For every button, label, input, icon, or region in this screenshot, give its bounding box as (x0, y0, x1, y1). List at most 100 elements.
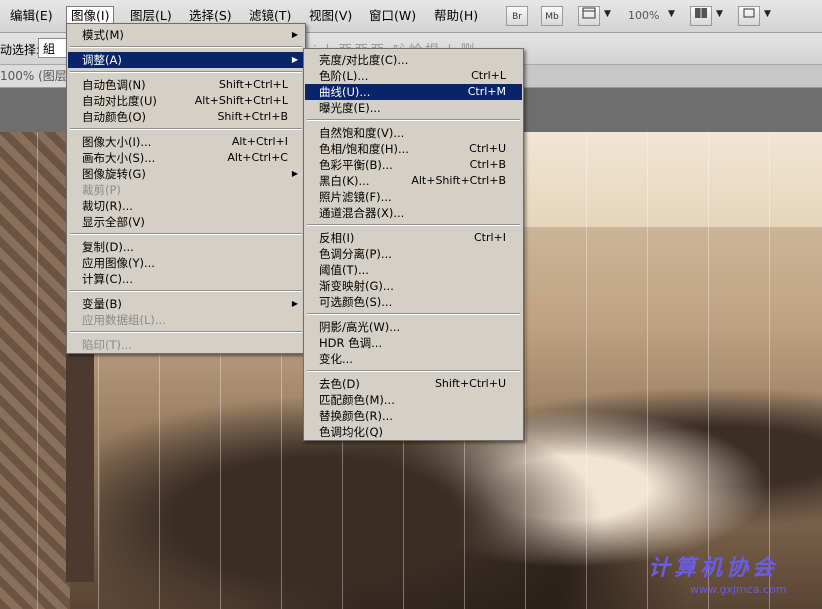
menu-item-shortcut: Ctrl+B (469, 158, 506, 171)
menu-item-calculations[interactable]: 计算(C)... (68, 271, 304, 287)
menu-item-invert[interactable]: 反相(I) Ctrl+I (305, 230, 522, 246)
menu-item-shortcut: Shift+Ctrl+U (434, 377, 506, 390)
separator (70, 233, 302, 235)
menu-item-desaturate[interactable]: 去色(D) Shift+Ctrl+U (305, 376, 522, 392)
menu-item-threshold[interactable]: 阈值(T)... (305, 262, 522, 278)
menu-item-replace-color[interactable]: 替换颜色(R)... (305, 408, 522, 424)
document-tab[interactable]: 100% (图层 (0, 65, 73, 87)
submenu-arrow-icon: ▶ (291, 299, 298, 308)
menu-item-trim[interactable]: 裁切(R)... (68, 198, 304, 214)
menu-item-auto-tone[interactable]: 自动色调(N) Shift+Ctrl+L (68, 77, 304, 93)
menu-help[interactable]: 帮助(H) (430, 7, 482, 25)
menu-item-label: 可选颜色(S)... (319, 295, 393, 309)
arrange-documents-button[interactable] (690, 6, 712, 26)
zoom-level[interactable]: 100% (628, 9, 659, 22)
auto-select-dropdown[interactable]: 組 (38, 38, 68, 58)
separator (307, 224, 520, 226)
menu-item-auto-color[interactable]: 自动颜色(O) Shift+Ctrl+B (68, 109, 304, 125)
menu-item-black-white[interactable]: 黑白(K)... Alt+Shift+Ctrl+B (305, 173, 522, 189)
menu-item-posterize[interactable]: 色调分离(P)... (305, 246, 522, 262)
menu-view[interactable]: 视图(V) (305, 7, 356, 25)
menu-item-label: 自动色调(N) (82, 78, 146, 92)
menu-item-adjustments[interactable]: 调整(A) ▶ (68, 52, 304, 68)
menu-edit[interactable]: 编辑(E) (6, 7, 57, 25)
screen-mode-button[interactable] (738, 6, 760, 26)
menu-item-label: 去色(D) (319, 377, 360, 391)
menu-item-shortcut: Shift+Ctrl+L (218, 78, 288, 91)
submenu-arrow-icon: ▶ (291, 30, 298, 39)
menu-item-apply-data-set: 应用数据组(L)... (68, 312, 304, 328)
menu-item-image-size[interactable]: 图像大小(I)... Alt+Ctrl+I (68, 134, 304, 150)
menu-item-photo-filter[interactable]: 照片滤镜(F)... (305, 189, 522, 205)
menu-item-reveal-all[interactable]: 显示全部(V) (68, 214, 304, 230)
menu-item-match-color[interactable]: 匹配颜色(M)... (305, 392, 522, 408)
menu-item-label: 应用数据组(L)... (82, 313, 166, 327)
menu-item-image-rotation[interactable]: 图像旋转(G) ▶ (68, 166, 304, 182)
separator (70, 290, 302, 292)
menu-item-label: 复制(D)... (82, 240, 134, 254)
menu-item-brightness-contrast[interactable]: 亮度/对比度(C)... (305, 52, 522, 68)
menu-item-shortcut: Alt+Ctrl+C (227, 151, 288, 164)
adjustments-submenu: 亮度/对比度(C)... 色阶(L)... Ctrl+L 曲线(U)... Ct… (303, 48, 524, 441)
view-extras-button[interactable] (578, 6, 600, 26)
menu-item-label: 阈值(T)... (319, 263, 369, 277)
menu-item-label: 通道混合器(X)... (319, 206, 405, 220)
separator (307, 370, 520, 372)
menu-item-label: 画布大小(S)... (82, 151, 156, 165)
separator (307, 119, 520, 121)
menu-window[interactable]: 窗口(W) (365, 7, 420, 25)
menu-item-label: 图像旋转(G) (82, 167, 146, 181)
menu-item-hdr-toning[interactable]: HDR 色调... (305, 335, 522, 351)
menu-item-mode[interactable]: 模式(M) ▶ (68, 27, 304, 43)
menu-item-label: 图像大小(I)... (82, 135, 152, 149)
submenu-arrow-icon: ▶ (291, 55, 298, 64)
menu-item-equalize[interactable]: 色调均化(Q) (305, 424, 522, 440)
menu-item-label: 色调均化(Q) (319, 425, 384, 439)
menu-item-label: 照片滤镜(F)... (319, 190, 392, 204)
menu-item-crop: 裁剪(P) (68, 182, 304, 198)
menu-item-gradient-map[interactable]: 渐变映射(G)... (305, 278, 522, 294)
menu-item-shortcut: Alt+Shift+Ctrl+L (194, 94, 288, 107)
bridge-button[interactable]: Br (506, 6, 528, 26)
menu-item-levels[interactable]: 色阶(L)... Ctrl+L (305, 68, 522, 84)
menu-item-shadows-highlights[interactable]: 阴影/高光(W)... (305, 319, 522, 335)
menu-item-exposure[interactable]: 曝光度(E)... (305, 100, 522, 116)
auto-select-label: 动选择: (0, 43, 41, 57)
menu-item-channel-mixer[interactable]: 通道混合器(X)... (305, 205, 522, 221)
menu-item-selective-color[interactable]: 可选颜色(S)... (305, 294, 522, 310)
chevron-down-icon[interactable]: ▼ (764, 9, 771, 19)
menu-item-shortcut: Ctrl+U (469, 142, 506, 155)
menu-item-variables[interactable]: 变量(B) ▶ (68, 296, 304, 312)
menu-item-duplicate[interactable]: 复制(D)... (68, 239, 304, 255)
menu-item-shortcut: Alt+Ctrl+I (231, 135, 288, 148)
submenu-arrow-icon: ▶ (291, 169, 298, 178)
menu-item-label: 裁剪(P) (82, 183, 121, 197)
menu-item-color-balance[interactable]: 色彩平衡(B)... Ctrl+B (305, 157, 522, 173)
image-menu: 模式(M) ▶ 调整(A) ▶ 自动色调(N) Shift+Ctrl+L 自动对… (66, 23, 306, 354)
menu-item-variations[interactable]: 变化... (305, 351, 522, 367)
menu-item-vibrance[interactable]: 自然饱和度(V)... (305, 125, 522, 141)
menu-item-shortcut: Ctrl+M (467, 85, 506, 98)
chevron-down-icon[interactable]: ▼ (716, 9, 723, 19)
menu-item-label: 曝光度(E)... (319, 101, 381, 115)
menu-item-hue-saturation[interactable]: 色相/饱和度(H)... Ctrl+U (305, 141, 522, 157)
menu-item-label: 曲线(U)... (319, 85, 371, 99)
menu-item-shortcut: Alt+Shift+Ctrl+B (411, 174, 506, 187)
menu-item-label: 自然饱和度(V)... (319, 126, 405, 140)
menu-item-canvas-size[interactable]: 画布大小(S)... Alt+Ctrl+C (68, 150, 304, 166)
chevron-down-icon[interactable]: ▼ (668, 9, 675, 19)
mini-bridge-button[interactable]: Mb (541, 6, 563, 26)
menu-item-auto-contrast[interactable]: 自动对比度(U) Alt+Shift+Ctrl+L (68, 93, 304, 109)
chevron-down-icon[interactable]: ▼ (604, 9, 611, 19)
menu-item-label: 色彩平衡(B)... (319, 158, 393, 172)
menu-item-label: 替换颜色(R)... (319, 409, 393, 423)
menu-item-label: 亮度/对比度(C)... (319, 53, 409, 67)
separator (70, 128, 302, 130)
menu-item-curves[interactable]: 曲线(U)... Ctrl+M (305, 84, 522, 100)
menu-item-label: 模式(M) (82, 28, 124, 42)
menu-item-label: 色阶(L)... (319, 69, 369, 83)
menu-item-label: 自动对比度(U) (82, 94, 157, 108)
menu-item-label: 显示全部(V) (82, 215, 145, 229)
menu-item-label: 计算(C)... (82, 272, 133, 286)
menu-item-apply-image[interactable]: 应用图像(Y)... (68, 255, 304, 271)
